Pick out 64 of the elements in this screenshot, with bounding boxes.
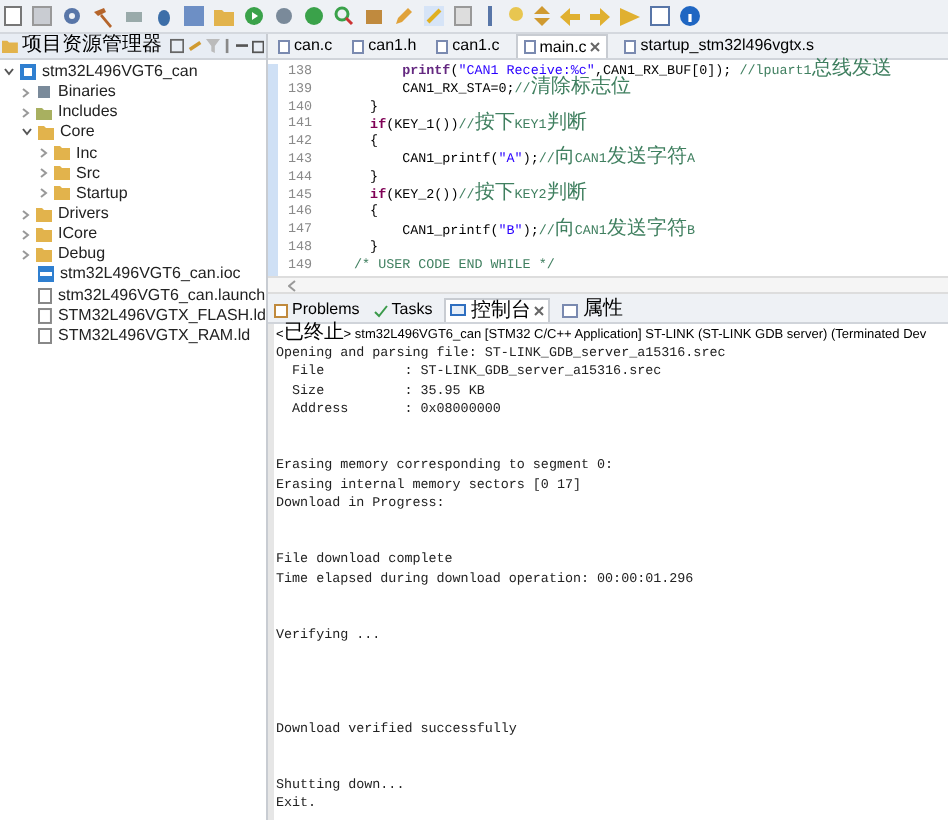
document-icon[interactable] [454,6,472,26]
up-down-icon[interactable] [534,6,550,26]
collapsed-chevron-icon[interactable] [22,229,30,240]
close-icon[interactable] [534,306,545,316]
file-tab[interactable]: can1.c [432,34,504,58]
collapsed-chevron-icon[interactable] [22,107,30,118]
maximize-icon[interactable] [251,39,264,53]
new-file-icon[interactable] [4,6,22,26]
includes-icon [36,104,52,121]
file-icon [352,39,365,53]
hammer-icon[interactable] [92,5,114,27]
file-icon [624,39,637,53]
tree-item[interactable]: stm32L496VGT6_can.ioc [60,264,241,285]
tree-item[interactable]: Debug [58,244,106,265]
tree-item[interactable]: Binaries [58,82,116,103]
collapsed-chevron-icon[interactable] [40,188,48,199]
collapsed-chevron-icon[interactable] [22,209,30,220]
info-icon[interactable] [680,6,700,26]
file-icon [278,39,290,53]
pencil-icon[interactable] [394,6,414,26]
tree-item[interactable]: ICore [58,224,98,245]
next-icon[interactable] [620,7,640,25]
collapsed-chevron-icon[interactable] [40,168,48,179]
file-icon [436,39,449,53]
monitor-icon [450,304,467,318]
window-icon[interactable] [650,6,670,26]
box-icon[interactable] [364,6,384,26]
collapsed-chevron-icon[interactable] [40,148,48,159]
tree-item[interactable]: Src [76,163,100,184]
tree-item[interactable]: Inc [76,143,98,164]
tree-item[interactable]: STM32L496VGTX_FLASH.ld [57,305,266,326]
collapsed-chevron-icon[interactable] [22,249,30,260]
folder-icon [2,38,18,54]
view-tab[interactable]: Tasks [371,298,435,322]
expanded-chevron-icon[interactable] [4,68,14,77]
file-tab[interactable]: startup_stm32l496vgtx.s [620,34,819,58]
search-icon[interactable] [334,6,354,26]
project-icon [20,64,36,81]
close-icon[interactable] [590,42,601,52]
back-icon[interactable] [560,7,580,25]
save-icon[interactable] [32,6,52,26]
tree-item[interactable]: stm32L496VGT6_can [42,62,198,83]
tree-item[interactable]: Drivers [58,204,109,225]
file-icon [523,40,536,54]
folder-icon[interactable] [214,7,234,25]
view-tab[interactable]: 控制台 [444,298,551,322]
view-tab[interactable]: Problems [272,298,362,322]
file-tab[interactable]: main.c [515,34,609,58]
filter-icon[interactable] [206,38,221,54]
tree-item[interactable]: Core [60,122,95,143]
view-tab[interactable]: 属性 [560,298,625,322]
checklist-icon [373,303,388,317]
tree-item[interactable]: Includes [58,102,118,123]
file-tab[interactable]: can.c [274,34,337,58]
expanded-chevron-icon[interactable] [22,128,32,137]
forward-icon[interactable] [590,7,610,25]
run-icon[interactable] [244,6,264,26]
tree-item[interactable]: stm32L496VGT6_can.launch [58,285,266,306]
collapse-icon[interactable] [169,38,184,54]
tree-item[interactable]: STM32L496VGTX_RAM.ld [58,325,251,346]
file-tab[interactable]: can1.h [348,34,421,58]
collapsed-chevron-icon[interactable] [22,87,30,98]
scroll-left-icon[interactable] [288,279,296,291]
tree-item[interactable]: Startup [76,183,128,204]
